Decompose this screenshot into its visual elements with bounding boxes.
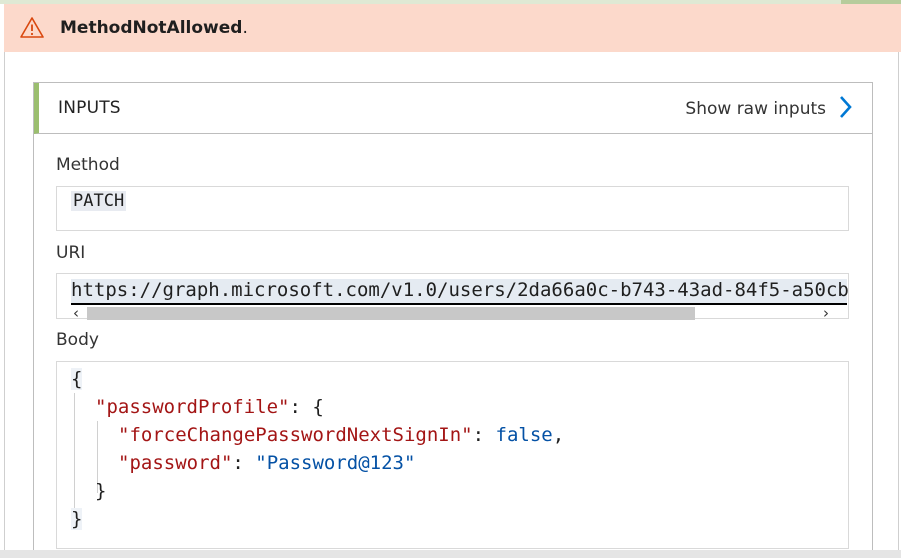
json-key-passwordprofile: "passwordProfile" <box>95 396 290 418</box>
error-suffix: . <box>242 18 248 38</box>
bottom-scrollbar[interactable] <box>0 550 901 558</box>
json-close-brace-inner: } <box>95 480 107 502</box>
json-punct: : { <box>289 396 324 418</box>
inputs-header: INPUTS Show raw inputs <box>34 83 872 134</box>
scroll-right-icon[interactable]: › <box>823 305 829 321</box>
scroll-left-icon[interactable]: ‹ <box>73 305 79 321</box>
code-line-1: { <box>71 367 83 391</box>
method-field: PATCH <box>56 186 849 231</box>
code-line-6: } <box>71 507 83 531</box>
body-label: Body <box>56 330 99 350</box>
json-close-brace: } <box>71 508 83 530</box>
indent-guide <box>74 393 75 519</box>
json-key-password: "password" <box>118 452 233 474</box>
error-banner: MethodNotAllowed. <box>4 4 901 52</box>
code-line-4: "password": "Password@123" <box>118 451 415 475</box>
uri-field: https://graph.microsoft.com/v1.0/users/2… <box>56 273 849 321</box>
uri-scrollbar[interactable]: ‹ › <box>71 305 847 321</box>
json-key-forcechange: "forceChangePasswordNextSignIn" <box>118 424 473 446</box>
code-line-2: "passwordProfile": { <box>95 395 324 419</box>
body-field: { "passwordProfile": { "forceChangePassw… <box>56 361 849 549</box>
code-line-5: } <box>95 479 106 503</box>
json-open-brace: { <box>71 368 83 390</box>
json-punct: , <box>552 424 565 446</box>
error-title: MethodNotAllowed <box>60 18 243 38</box>
scrollbar-thumb[interactable] <box>87 307 695 320</box>
method-label: Method <box>56 155 120 175</box>
show-raw-inputs-label: Show raw inputs <box>685 99 826 119</box>
json-punct: : <box>232 452 256 474</box>
uri-label: URI <box>56 243 86 263</box>
json-value-false: false <box>495 424 553 446</box>
warning-icon <box>20 16 44 40</box>
uri-value: https://graph.microsoft.com/v1.0/users/2… <box>71 279 849 301</box>
json-punct: : <box>472 424 496 446</box>
code-line-3: "forceChangePasswordNextSignIn": false, <box>118 423 564 447</box>
error-message: MethodNotAllowed. <box>60 18 248 38</box>
method-value: PATCH <box>71 191 127 211</box>
inputs-title: INPUTS <box>58 98 121 118</box>
json-value-password: "Password@123" <box>255 452 416 474</box>
page: MethodNotAllowed. INPUTS Show raw inputs… <box>0 0 901 558</box>
show-raw-inputs-link[interactable]: Show raw inputs <box>685 95 852 123</box>
chevron-right-icon <box>838 95 852 123</box>
